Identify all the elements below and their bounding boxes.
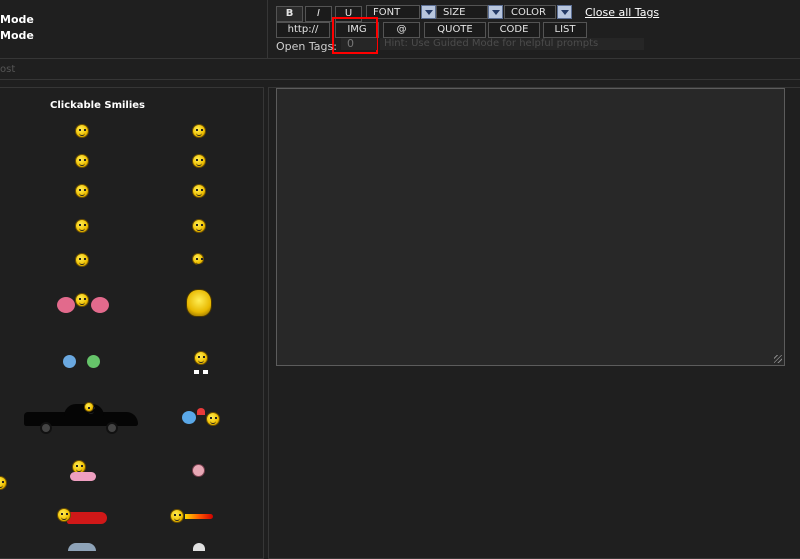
love-blue-face [182, 411, 196, 424]
dancing-smiley-icon[interactable] [190, 351, 212, 377]
chevron-down-icon [421, 5, 436, 19]
resize-handle-icon[interactable] [774, 355, 782, 363]
pompom-left [57, 297, 75, 313]
chevron-down-icon [557, 5, 572, 19]
grin-smiley-icon[interactable] [75, 154, 89, 168]
pacman-smiley-icon[interactable] [63, 353, 103, 371]
open-tags-label: Open Tags: [276, 40, 337, 53]
header-divider [267, 0, 268, 58]
superhero-smiley-icon[interactable] [57, 506, 107, 528]
left-label-fragment: ost [0, 64, 16, 75]
mode-label-1: Mode [0, 13, 34, 26]
bold-button[interactable]: B [276, 6, 303, 22]
laugh-smiley-icon[interactable] [192, 154, 206, 168]
sleeping-smiley-icon[interactable] [70, 460, 96, 482]
love-smiley-icon[interactable] [182, 408, 222, 428]
size-select[interactable]: SIZE [436, 5, 504, 19]
http-button[interactable]: http:// [276, 22, 330, 38]
wink-smiley-icon[interactable] [75, 184, 89, 198]
rocket-face [170, 509, 184, 523]
car-smiley-icon[interactable] [24, 400, 138, 434]
angry-smiley-icon[interactable] [75, 219, 89, 233]
color-select[interactable]: COLOR [504, 5, 572, 19]
happy-smiley-icon[interactable] [192, 184, 206, 198]
rocket-flame [185, 514, 213, 519]
rocket-smiley-icon[interactable] [170, 509, 214, 525]
sad-smiley-icon[interactable] [192, 219, 206, 233]
mode-label-2: Mode [0, 29, 34, 42]
at-button[interactable]: @ [383, 22, 420, 38]
smilies-title: Clickable Smilies [50, 100, 146, 111]
size-select-value: SIZE [436, 5, 488, 19]
car-wheel-back [106, 422, 118, 434]
superhero-face [57, 508, 71, 522]
pacman-green [87, 355, 100, 368]
open-tags-count: 0 [341, 38, 377, 50]
italic-button[interactable]: I [305, 6, 332, 22]
code-button[interactable]: CODE [488, 22, 540, 38]
quote-button[interactable]: QUOTE [424, 22, 486, 38]
superhero-cape [67, 512, 107, 524]
rolling-eyes-smiley-icon[interactable] [75, 253, 89, 267]
header-separator [0, 58, 800, 59]
pillow-icon [70, 472, 96, 481]
cheerleader-smiley-icon[interactable] [57, 291, 109, 321]
message-textarea[interactable] [276, 88, 785, 366]
smilies-panel [0, 87, 264, 559]
love-yellow-face [206, 412, 220, 426]
hint-text: Hint: Use Guided Mode for helpful prompt… [380, 38, 644, 50]
car-wheel-front [40, 422, 52, 434]
smile-smiley-icon[interactable] [192, 124, 206, 138]
skull-smiley-icon[interactable] [192, 464, 205, 477]
list-button[interactable]: LIST [543, 22, 587, 38]
color-select-value: COLOR [504, 5, 556, 19]
close-all-tags-link[interactable]: Close all Tags [585, 6, 659, 19]
car-driver [84, 402, 94, 414]
dancing-face [194, 351, 208, 365]
surprised-smiley-icon[interactable] [75, 124, 89, 138]
heart-icon [197, 408, 205, 415]
section-separator [0, 79, 800, 80]
cheerleader-face [75, 293, 89, 307]
pompom-right [91, 297, 109, 313]
vampire-smiley-icon[interactable] [186, 289, 212, 317]
dancing-foot-left [194, 370, 199, 374]
chevron-down-icon [488, 5, 503, 19]
pacman-blue [63, 355, 76, 368]
dancing-foot-right [203, 370, 208, 374]
sunglasses-smiley-icon[interactable] [192, 253, 204, 265]
